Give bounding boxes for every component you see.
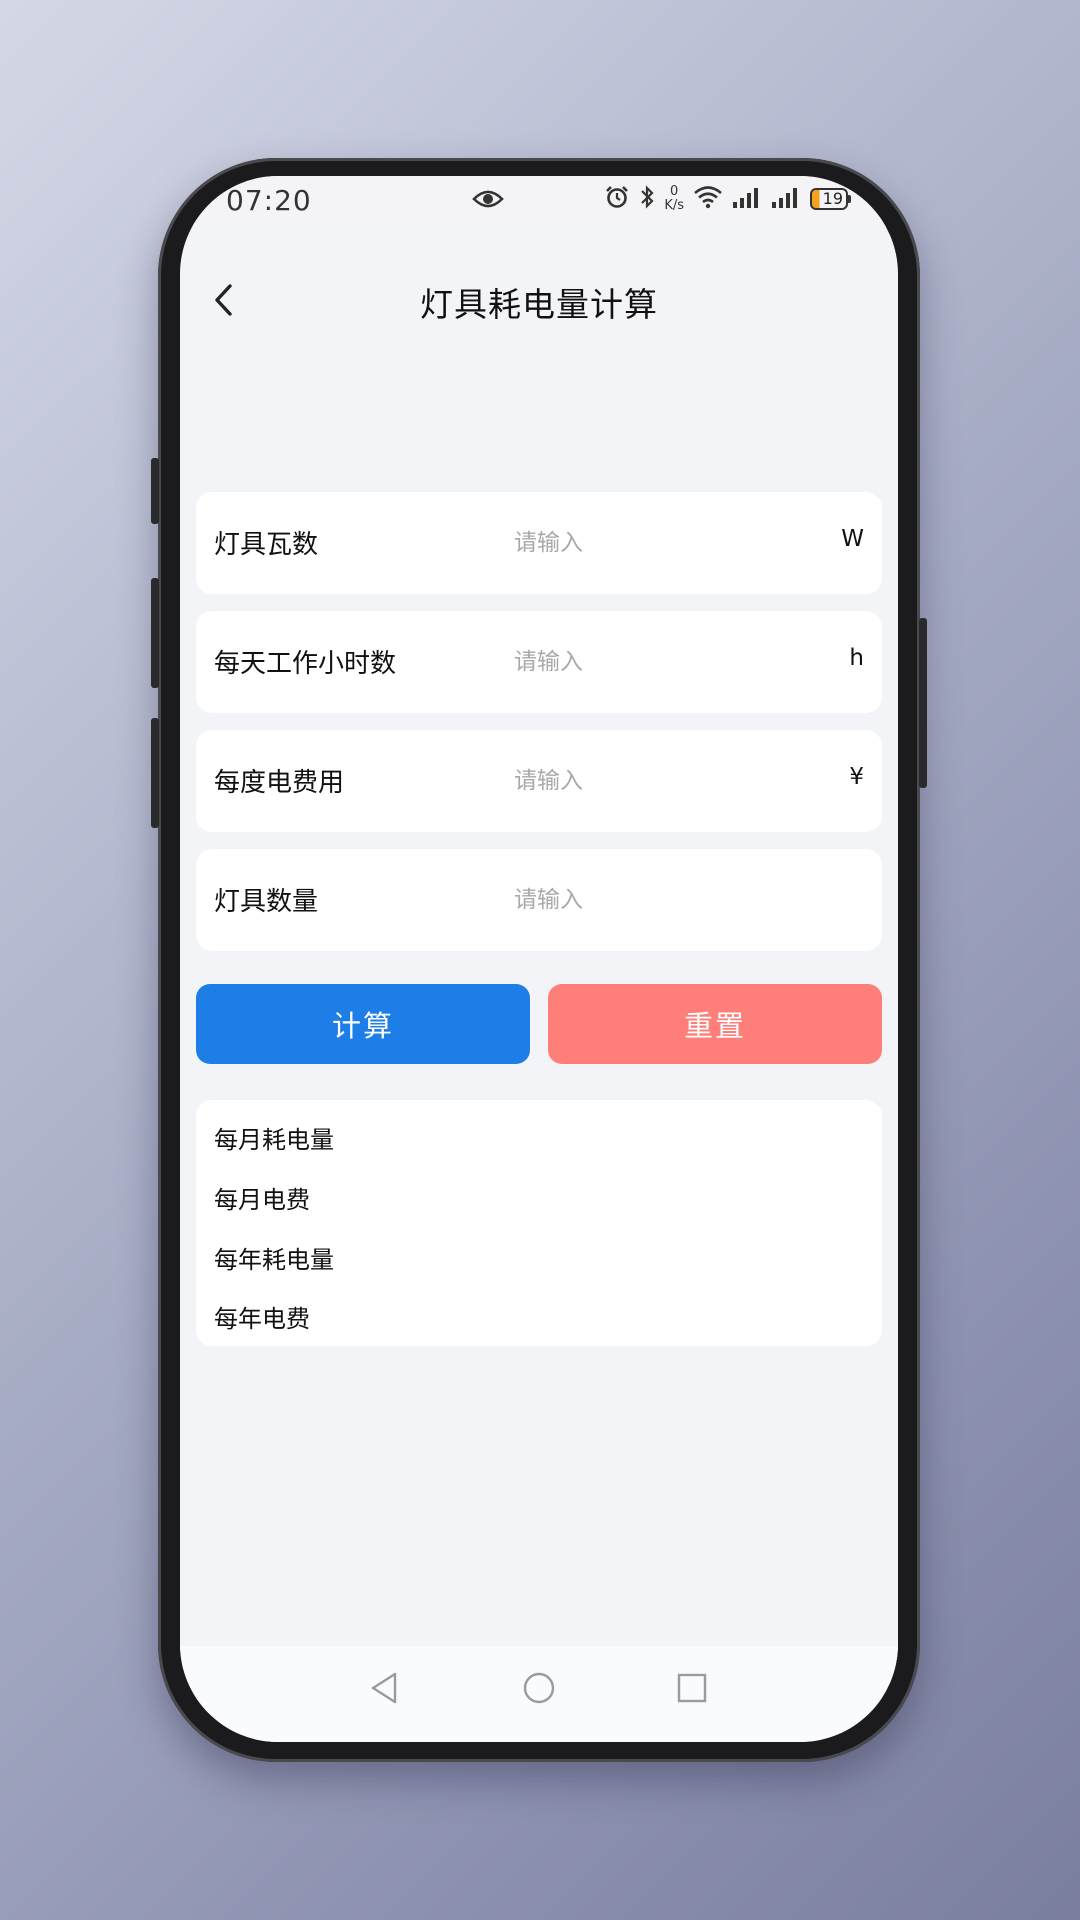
- field-label: 每天工作小时数: [214, 649, 397, 679]
- wifi-icon: [693, 185, 723, 213]
- phone-frame: 07:20 0 K/s 19 灯具耗电量计算 灯具瓦数 请输入 W 每天工作小时…: [151, 158, 927, 1762]
- battery-level: 19: [822, 189, 843, 208]
- phone-volume-down-button: [151, 718, 159, 828]
- wattage-input[interactable]: [514, 518, 814, 568]
- reset-button[interactable]: 重置: [548, 984, 882, 1064]
- network-speed-unit: K/s: [664, 198, 684, 213]
- signal-icon-secondary: [771, 186, 801, 212]
- nav-recents-button[interactable]: [672, 1668, 712, 1708]
- field-unit: h: [849, 645, 864, 671]
- header: 灯具耗电量计算: [180, 256, 898, 346]
- nav-back-button[interactable]: [364, 1668, 404, 1708]
- form-row-price: 每度电费用 ¥: [196, 730, 882, 832]
- battery-icon: 19: [810, 188, 851, 210]
- status-bar: 07:20 0 K/s 19: [180, 176, 898, 226]
- lamp-quantity-input[interactable]: [514, 875, 814, 925]
- field-label: 灯具瓦数: [214, 530, 319, 560]
- calculate-button[interactable]: 计算: [196, 984, 530, 1064]
- home-circle-icon: [523, 1672, 555, 1704]
- recents-square-icon: [677, 1673, 707, 1703]
- form-row-quantity: 灯具数量: [196, 849, 882, 951]
- phone-side-button: [151, 458, 159, 524]
- form-row-wattage: 灯具瓦数 W: [196, 492, 882, 594]
- form-row-hours: 每天工作小时数 h: [196, 611, 882, 713]
- price-per-kwh-input[interactable]: [514, 756, 814, 806]
- result-monthly-consumption: 每月耗电量: [214, 1126, 334, 1154]
- eye-icon: [472, 188, 504, 214]
- result-yearly-cost: 每年电费: [214, 1305, 310, 1333]
- alarm-icon: [604, 184, 630, 214]
- result-yearly-consumption: 每年耗电量: [214, 1246, 334, 1274]
- navigation-bar: [180, 1646, 898, 1742]
- page-title: 灯具耗电量计算: [420, 285, 658, 324]
- network-speed: 0 K/s: [664, 185, 684, 213]
- status-time: 07:20: [226, 184, 312, 217]
- result-monthly-cost: 每月电费: [214, 1186, 310, 1214]
- field-unit: W: [841, 526, 864, 552]
- back-triangle-icon: [371, 1672, 397, 1704]
- phone-power-button: [919, 618, 927, 788]
- field-label: 灯具数量: [214, 887, 319, 917]
- field-label: 每度电费用: [214, 768, 345, 798]
- hours-per-day-input[interactable]: [514, 637, 814, 687]
- nav-home-button[interactable]: [519, 1668, 559, 1708]
- network-speed-value: 0: [670, 184, 679, 199]
- results-card: 每月耗电量 每月电费 每年耗电量 每年电费: [196, 1100, 882, 1346]
- field-unit: ¥: [849, 764, 864, 790]
- screen: 07:20 0 K/s 19 灯具耗电量计算 灯具瓦数 请输入 W 每天工作小时…: [180, 176, 898, 1742]
- signal-icon: [732, 186, 762, 212]
- phone-volume-up-button: [151, 578, 159, 688]
- bluetooth-icon: [639, 184, 655, 214]
- status-icons: 0 K/s 19: [604, 184, 851, 214]
